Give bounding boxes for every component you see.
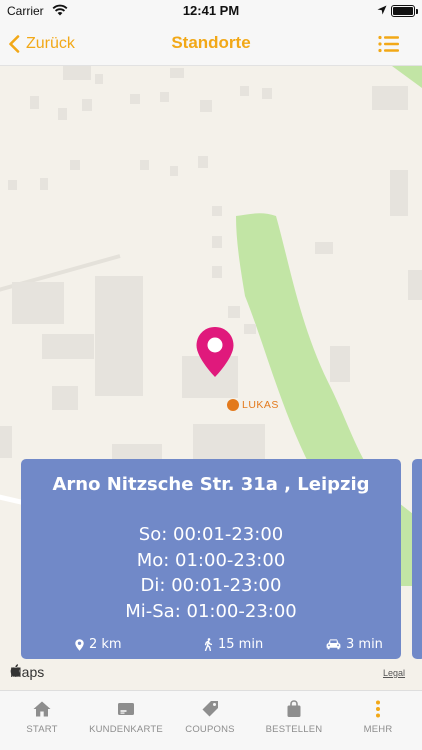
back-button[interactable]: Zurück — [8, 32, 75, 56]
apple-maps-logo: Maps — [10, 664, 44, 680]
tab-kundenkarte[interactable]: KUNDENKARTE — [84, 691, 168, 741]
walk-time-value: 15 min — [218, 637, 264, 652]
home-icon — [33, 701, 51, 717]
apple-icon — [10, 664, 21, 677]
hours-row: Mi-Sa: 01:00-23:00 — [125, 600, 297, 622]
distance-value: 2 km — [89, 637, 122, 652]
battery-cap — [416, 9, 418, 14]
tab-mehr[interactable]: MEHR — [336, 691, 420, 741]
status-bar: Carrier 12:41 PM — [0, 0, 422, 22]
poi-icon — [227, 399, 239, 411]
navigation-bar: Zurück Standorte — [0, 22, 422, 66]
tab-label: BESTELLEN — [265, 724, 323, 735]
bag-icon — [287, 700, 301, 717]
tab-label: MEHR — [363, 724, 393, 735]
tab-label: KUNDENKARTE — [89, 724, 163, 735]
distance-info: 2 km — [75, 637, 122, 652]
list-icon[interactable] — [378, 35, 400, 53]
card-icon — [118, 703, 134, 715]
back-label: Zurück — [26, 35, 75, 52]
tab-bar: START KUNDENKARTE COUPONS BESTELLEN MEHR — [0, 690, 422, 750]
walk-info: 15 min — [204, 637, 263, 652]
card-footer: 2 km 15 min 3 min — [21, 637, 401, 657]
location-card[interactable]: Arno Nitzsche Str. 31a , Leipzig So: 00:… — [21, 459, 401, 659]
poi-label: LUKAS — [242, 399, 279, 411]
tab-label: COUPONS — [185, 724, 235, 735]
location-pin-icon[interactable] — [195, 326, 235, 378]
legal-link[interactable]: Legal — [383, 668, 405, 678]
chevron-left-icon — [9, 35, 20, 53]
tab-coupons[interactable]: COUPONS — [168, 691, 252, 741]
map-pin-icon — [75, 638, 84, 651]
car-icon — [326, 639, 341, 650]
battery-icon — [391, 5, 415, 17]
tab-start[interactable]: START — [0, 691, 84, 741]
walking-icon — [204, 638, 213, 651]
location-arrow-icon — [377, 5, 387, 15]
location-address: Arno Nitzsche Str. 31a , Leipzig — [52, 474, 370, 495]
hours-row: Mo: 01:00-23:00 — [136, 549, 286, 571]
opening-hours: So: 00:01-23:00 Mo: 01:00-23:00 Di: 00:0… — [21, 522, 401, 624]
next-location-card[interactable] — [412, 459, 422, 659]
tab-bestellen[interactable]: BESTELLEN — [252, 691, 336, 741]
hours-row: So: 00:01-23:00 — [138, 524, 284, 545]
hours-row: Di: 00:01-23:00 — [140, 575, 282, 596]
tag-icon — [202, 701, 218, 717]
drive-time-value: 3 min — [346, 637, 383, 652]
drive-info: 3 min — [326, 637, 383, 652]
status-time: 12:41 PM — [182, 3, 240, 18]
tab-label: START — [26, 724, 58, 735]
more-icon — [376, 700, 380, 718]
